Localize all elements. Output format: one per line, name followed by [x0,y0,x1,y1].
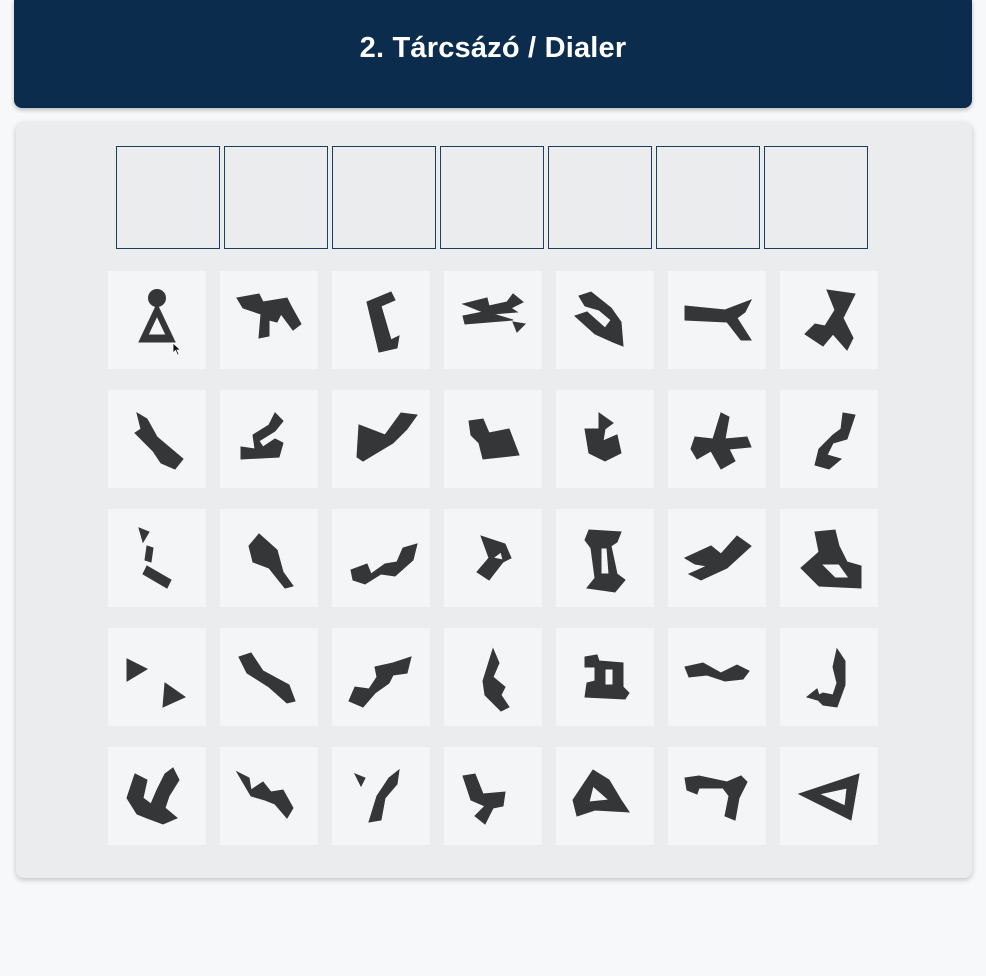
glyph-point-of-origin-icon [138,289,176,343]
glyph-33-icon [572,769,630,817]
dial-slots [116,146,872,249]
glyph-11-icon [468,418,520,460]
glyph-keypad [108,271,878,845]
mouse-cursor-icon [172,342,182,356]
glyph-button-11[interactable] [444,390,542,488]
glyph-21-icon [800,529,862,589]
glyph-button-33[interactable] [556,747,654,845]
glyph-button-35[interactable] [780,747,878,845]
glyph-04-icon [461,293,527,333]
glyph-20-icon [683,535,752,581]
glyph-button-24[interactable] [332,628,430,726]
glyph-02-icon [236,293,302,339]
glyph-button-15[interactable] [108,509,206,607]
glyph-button-32[interactable] [444,747,542,845]
glyph-button-3[interactable] [332,271,430,369]
glyph-07-icon [804,289,856,351]
dial-slot-3 [332,146,436,249]
glyph-button-17[interactable] [332,509,430,607]
glyph-button-4[interactable] [444,271,542,369]
glyph-30-icon [235,770,294,819]
glyph-08-icon [134,411,184,470]
glyph-05-icon [574,291,624,347]
glyph-13-icon [690,412,752,470]
glyph-16-icon [248,533,294,589]
glyph-button-10[interactable] [332,390,430,488]
dial-slot-6 [656,146,760,249]
glyph-button-27[interactable] [668,628,766,726]
glyph-34-icon [684,775,748,821]
glyph-03-icon [366,291,400,353]
page-title: 2. Tárcsázó / Dialer [359,31,627,64]
glyph-button-5[interactable] [556,271,654,369]
glyph-18-icon [476,535,512,581]
glyph-button-13[interactable] [668,390,766,488]
dial-slot-7 [764,146,868,249]
dial-slot-1 [116,146,220,249]
glyph-button-31[interactable] [332,747,430,845]
glyph-button-28[interactable] [780,628,878,726]
glyph-12-icon [584,412,622,462]
glyph-32-icon [462,773,506,825]
glyph-button-26[interactable] [556,628,654,726]
glyph-button-21[interactable] [780,509,878,607]
glyph-31-icon [353,768,400,823]
dial-slot-4 [440,146,544,249]
glyph-button-23[interactable] [220,628,318,726]
glyph-27-icon [684,662,750,682]
glyph-26-icon [584,654,630,700]
glyph-06-icon [684,299,753,341]
glyph-17-icon [350,543,418,585]
glyph-button-19[interactable] [556,509,654,607]
dial-slot-2 [224,146,328,249]
glyph-25-icon [482,647,510,712]
glyph-button-30[interactable] [220,747,318,845]
glyph-button-2[interactable] [220,271,318,369]
glyph-35-icon [797,773,860,821]
glyph-button-22[interactable] [108,628,206,726]
glyph-button-7[interactable] [780,271,878,369]
glyph-22-icon [126,658,187,708]
glyph-button-8[interactable] [108,390,206,488]
glyph-button-1[interactable] [108,271,206,369]
glyph-button-25[interactable] [444,628,542,726]
glyph-23-icon [238,652,296,704]
glyph-24-icon [348,656,412,708]
glyph-button-14[interactable] [780,390,878,488]
glyph-button-12[interactable] [556,390,654,488]
page-header: 2. Tárcsázó / Dialer [14,0,972,108]
glyph-button-18[interactable] [444,509,542,607]
glyph-14-icon [814,412,856,470]
dial-slot-5 [548,146,652,249]
glyph-29-icon [126,767,180,825]
glyph-button-9[interactable] [220,390,318,488]
glyph-button-20[interactable] [668,509,766,607]
glyph-28-icon [805,647,846,708]
glyph-19-icon [584,529,626,593]
glyph-button-34[interactable] [668,747,766,845]
glyph-15-icon [138,527,172,589]
glyph-10-icon [356,412,418,462]
glyph-09-icon [240,412,284,460]
glyph-button-16[interactable] [220,509,318,607]
glyph-button-6[interactable] [668,271,766,369]
glyph-button-29[interactable] [108,747,206,845]
dialer-panel [16,122,972,878]
